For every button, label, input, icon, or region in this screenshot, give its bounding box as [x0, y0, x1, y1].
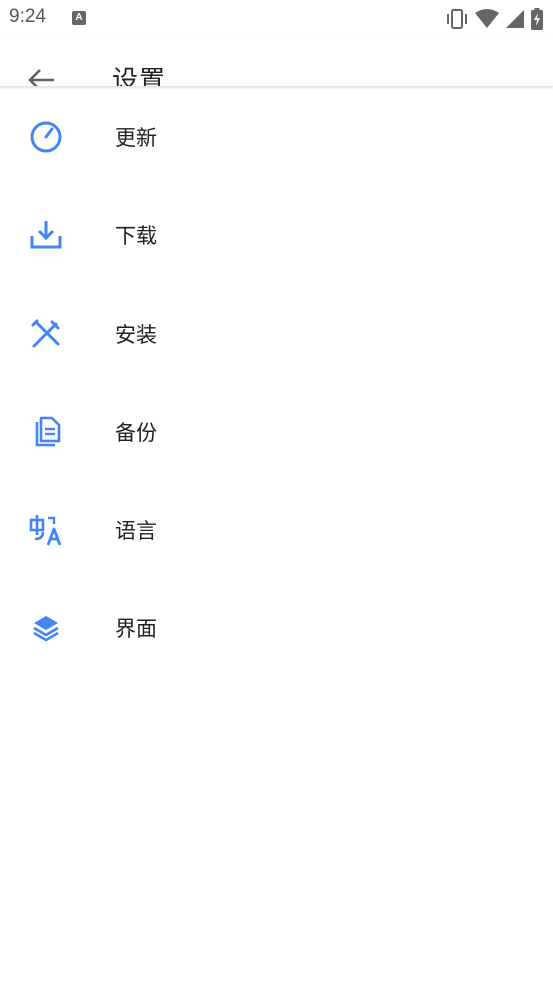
install-tools-icon: [31, 319, 60, 348]
language-icon: [29, 515, 62, 546]
settings-item-label: 安装: [115, 322, 157, 347]
update-icon: [30, 121, 62, 153]
settings-item-install[interactable]: 安装: [0, 283, 553, 381]
wifi-icon: [475, 9, 499, 28]
status-time: 9:24: [9, 6, 46, 27]
settings-item-update[interactable]: 更新: [0, 86, 553, 184]
settings-list: 更新 下载 安装 备份 语言 界面: [0, 86, 553, 676]
settings-item-label: 更新: [115, 126, 157, 150]
status-icons: [445, 8, 543, 30]
vibrate-icon: [447, 9, 467, 29]
settings-item-label: 语言: [115, 519, 157, 544]
settings-item-interface[interactable]: 界面: [0, 577, 553, 675]
page-title: 设置: [112, 66, 167, 87]
notification-icon: A: [72, 11, 86, 25]
settings-item-label: 界面: [115, 617, 157, 642]
status-bar: 9:24 A: [0, 0, 553, 38]
settings-item-language[interactable]: 语言: [0, 479, 553, 577]
battery-charging-icon: [531, 8, 543, 30]
settings-item-label: 备份: [115, 420, 157, 445]
settings-item-label: 下载: [115, 224, 157, 249]
settings-item-download[interactable]: 下载: [0, 184, 553, 282]
arrow-back-icon: [28, 69, 54, 86]
cellular-icon: [506, 10, 524, 28]
app-bar: 设置: [0, 38, 553, 87]
backup-icon: [35, 416, 61, 447]
back-button[interactable]: [26, 66, 58, 86]
download-icon: [30, 221, 62, 249]
settings-item-backup[interactable]: 备份: [0, 381, 553, 479]
layers-icon: [33, 616, 59, 642]
